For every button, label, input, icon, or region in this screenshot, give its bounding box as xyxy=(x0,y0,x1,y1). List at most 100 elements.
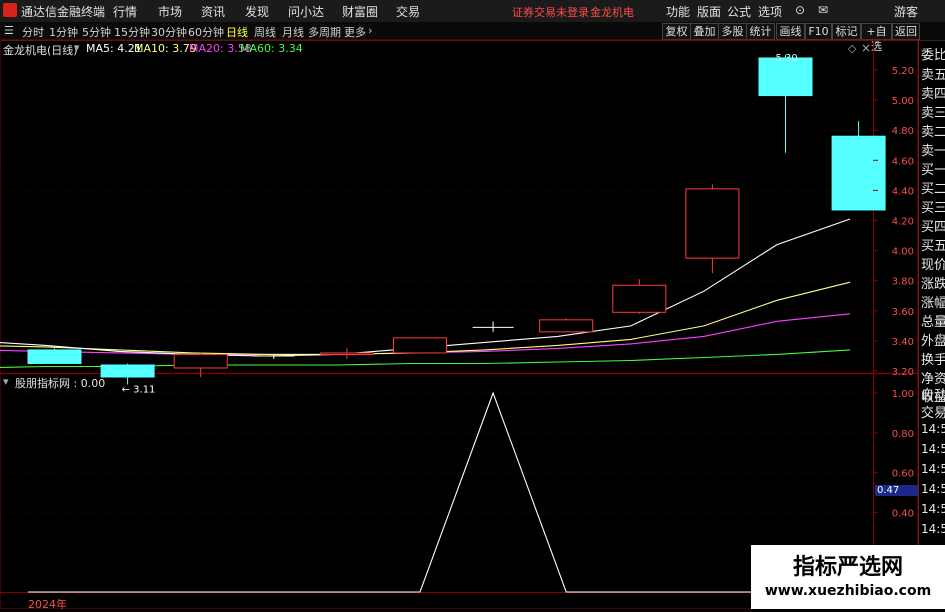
menu-item-gongshi[interactable]: 公式 xyxy=(727,3,751,20)
y-tick-label: 3.60 xyxy=(892,307,914,318)
side-label: 外盘 xyxy=(921,334,945,349)
indicator-dropdown-icon[interactable]: ▾ xyxy=(3,375,9,388)
title-bar: 通达信金融终端 行情 市场 资讯 发现 问小达 财富圈 交易 证券交易未登录 金… xyxy=(0,0,945,23)
period-1min[interactable]: 1分钟 xyxy=(49,24,78,40)
y-tick-label: 3.40 xyxy=(892,337,914,348)
candle xyxy=(831,121,886,211)
price-annotation: ← 3.11 xyxy=(122,385,156,396)
close-icon[interactable]: × xyxy=(861,41,871,55)
period-monthly[interactable]: 月线 xyxy=(282,24,304,40)
menu-item-caifuquan[interactable]: 财富圈 xyxy=(342,3,378,20)
stock-name-title: 金龙机电 xyxy=(590,6,634,19)
indicator-line xyxy=(28,391,859,593)
btn-f10[interactable]: F10 xyxy=(805,23,832,40)
side-time: 14:56 xyxy=(921,502,945,516)
menu-item-wenxiaoda[interactable]: 问小达 xyxy=(288,3,324,20)
side-label-zidong[interactable]: 自动 xyxy=(921,384,945,403)
btn-fuquan[interactable]: 复权 xyxy=(662,23,691,40)
menu-item-banmian[interactable]: 版面 xyxy=(697,3,721,20)
candle xyxy=(758,54,813,153)
trade-status-text: 证券交易未登录 xyxy=(512,6,589,19)
btn-duogu[interactable]: 多股 xyxy=(718,23,747,40)
candle xyxy=(100,363,155,385)
message-icon[interactable]: ✉ xyxy=(818,3,828,17)
period-15min[interactable]: 15分钟 xyxy=(114,24,150,40)
candle-body xyxy=(612,284,667,313)
ma5-line xyxy=(0,218,851,357)
menu-item-jiaoyi[interactable]: 交易 xyxy=(396,3,420,20)
collapse-icon[interactable]: ◇ xyxy=(848,42,856,55)
candle-body xyxy=(393,337,447,354)
side-label-jiaoyi[interactable]: 交易 xyxy=(921,402,945,421)
y-tick-label: 3.20 xyxy=(892,367,914,378)
y-tick-label: 4.80 xyxy=(892,126,914,137)
y-tick-label: 1.00 xyxy=(892,389,914,400)
indicator-current-value: 0.47 xyxy=(875,485,919,496)
watermark: 指标严选网 www.xuezhibiao.com xyxy=(751,545,945,609)
btn-tongji[interactable]: 统计 xyxy=(746,23,775,40)
btn-biaoji[interactable]: 标记 xyxy=(832,23,861,40)
y-tick-label: 0.80 xyxy=(892,429,914,440)
y-tick-label: 4.60 xyxy=(892,156,914,167)
menu-item-hangqing[interactable]: 行情 xyxy=(113,3,137,20)
candle-body xyxy=(173,353,228,369)
side-time: 14:56 xyxy=(921,462,945,476)
y-tick-label: 4.40 xyxy=(892,186,914,197)
dropdown-icon[interactable]: ▾ xyxy=(74,41,80,54)
y-tick-label: 0.60 xyxy=(892,469,914,480)
period-60min[interactable]: 60分钟 xyxy=(188,24,224,40)
y-tick-label: 4.20 xyxy=(892,217,914,228)
menu-item-xuanxiang[interactable]: 选项 xyxy=(758,3,782,20)
side-label: 卖三 xyxy=(921,106,945,121)
ma60-line xyxy=(0,349,851,368)
period-30min[interactable]: 30分钟 xyxy=(151,24,187,40)
side-label: 买五 xyxy=(921,239,945,254)
app-title: 通达信金融终端 xyxy=(21,5,106,19)
period-5min[interactable]: 5分钟 xyxy=(82,24,111,40)
menu-item-faxian[interactable]: 发现 xyxy=(245,3,269,20)
candle xyxy=(253,354,295,359)
ma10-label: MA10: 3.79 xyxy=(134,42,197,55)
period-toolbar: ☰ 分时 1分钟 5分钟 15分钟 30分钟 60分钟 日线 周线 月线 多周期… xyxy=(0,22,945,53)
side-label: 买三 xyxy=(921,201,945,216)
candle-body xyxy=(539,319,594,333)
period-daily[interactable]: 日线 xyxy=(226,24,248,40)
period-multi[interactable]: 多周期 xyxy=(308,24,341,40)
grid-icon[interactable]: ☰ xyxy=(4,24,14,37)
y-tick-label: 3.80 xyxy=(892,277,914,288)
candle-body xyxy=(685,188,740,259)
btn-fanhui[interactable]: 返回 xyxy=(892,23,920,40)
period-weekly[interactable]: 周线 xyxy=(254,24,276,40)
ma10-line xyxy=(0,281,851,355)
side-label: 卖四 xyxy=(921,87,945,102)
period-fenshi[interactable]: 分时 xyxy=(22,24,44,40)
btn-huaxian[interactable]: 画线 xyxy=(776,23,805,40)
y-tick-label: 0.40 xyxy=(892,508,914,519)
candle-body xyxy=(27,349,82,364)
candle xyxy=(319,348,374,359)
candle-body xyxy=(758,57,813,97)
candle xyxy=(393,337,447,354)
menu-item-gongneng[interactable]: 功能 xyxy=(666,3,690,20)
side-label: 买二 xyxy=(921,182,945,197)
y-tick-label: 4.00 xyxy=(892,247,914,258)
btn-zixuan[interactable]: +自选 xyxy=(861,23,892,53)
year-label: 2024年 xyxy=(28,598,67,611)
btn-diejia[interactable]: 叠加 xyxy=(690,23,719,40)
price-annotation: 5.30 xyxy=(776,53,798,64)
ma20-line xyxy=(0,313,851,355)
menu-item-zixun[interactable]: 资讯 xyxy=(201,3,225,20)
y-tick-label: 5.20 xyxy=(892,66,914,77)
side-label: 卖五 xyxy=(921,68,945,83)
candle xyxy=(612,279,667,314)
side-label: 涨跌 xyxy=(921,277,945,292)
menu-item-guest[interactable]: 游客 xyxy=(894,3,918,20)
indicator-title: 股朋指标网 : 0.00 xyxy=(15,377,106,390)
side-time: 14:56 xyxy=(921,522,945,536)
side-label: 卖一 xyxy=(921,144,945,159)
period-more[interactable]: 更多 xyxy=(344,24,366,40)
watermark-url: www.xuezhibiao.com xyxy=(764,583,932,599)
menu-item-shichang[interactable]: 市场 xyxy=(158,3,182,20)
candle xyxy=(685,184,740,274)
headset-icon[interactable]: ⊙ xyxy=(795,3,805,17)
